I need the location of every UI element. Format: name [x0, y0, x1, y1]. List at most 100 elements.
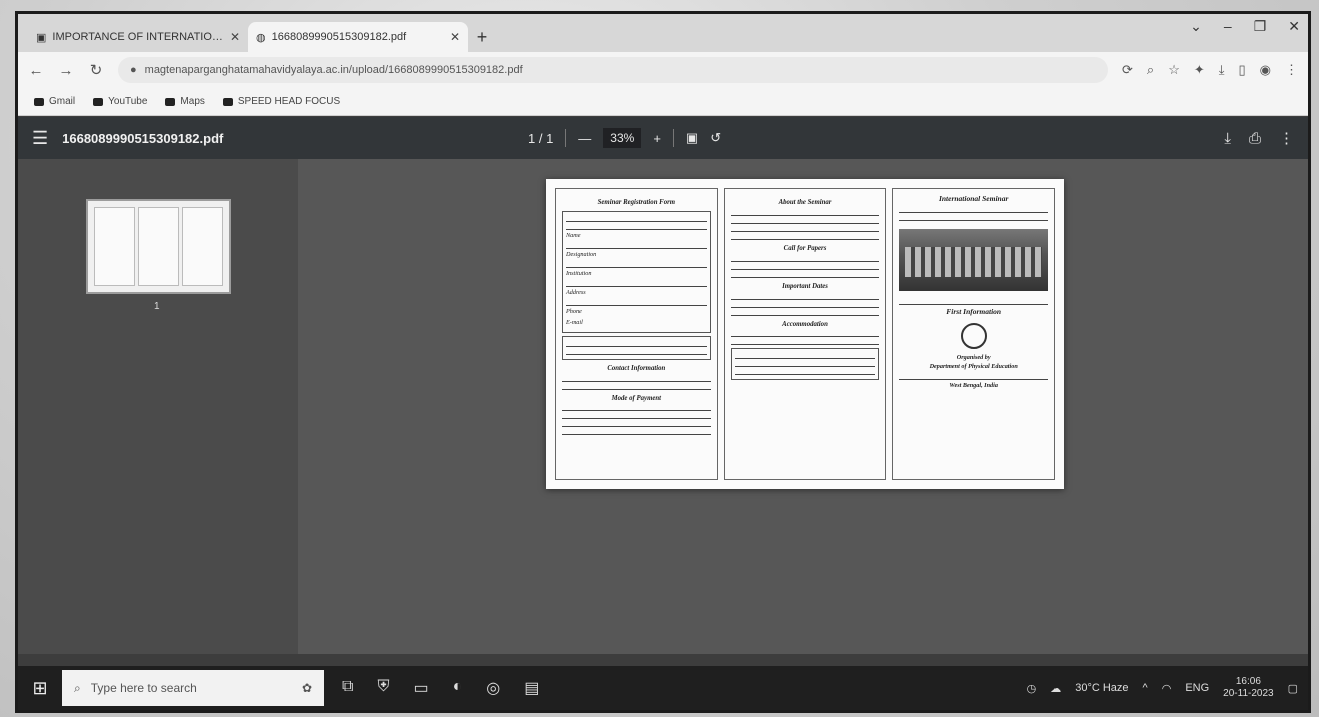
chrome-icon[interactable]: ◎ — [486, 678, 500, 698]
tab-pdf[interactable]: ◍ 1668089990515309182.pdf ✕ — [248, 22, 468, 52]
text-line — [730, 264, 880, 270]
text-line — [730, 302, 880, 308]
share-icon[interactable]: ⟳ — [1122, 62, 1133, 78]
pdf-page: Seminar Registration Form Name Designati… — [546, 179, 1064, 489]
task-view-icon[interactable]: ⧉ — [342, 678, 353, 698]
fit-page-icon[interactable]: ▣ — [686, 130, 698, 146]
panel-heading: Mode of Payment — [611, 394, 662, 402]
page-favicon-icon: ▣ — [36, 31, 47, 44]
system-tray: ◷ ☁ 30°C Haze ^ ◠ ENG 16:06 20-11-2023 ▢ — [1027, 666, 1298, 710]
language-indicator[interactable]: ENG — [1185, 682, 1209, 694]
new-tab-button[interactable]: + — [468, 22, 496, 52]
taskbar-apps: ⧉ ⛨ ▭ ◐ ◎ ▤ — [342, 678, 539, 698]
tab-importance[interactable]: ▣ IMPORTANCE OF INTERNATIONAL ✕ — [28, 22, 248, 52]
text-line — [562, 376, 711, 382]
committee-box — [730, 348, 880, 381]
forward-icon[interactable]: → — [58, 62, 74, 79]
pdf-actions: ⤓ ⎙ ⋮ — [1224, 117, 1294, 159]
brochure-panel-left: Seminar Registration Form Name Designati… — [555, 188, 718, 480]
form-field: Institution — [566, 269, 592, 277]
text-line — [730, 210, 880, 216]
thumbnail-panel — [182, 207, 223, 286]
text-line — [562, 429, 711, 436]
text-line — [730, 272, 880, 278]
thumbnail-sidebar: 1 — [18, 159, 298, 654]
extension-icon[interactable]: ✦ — [1194, 62, 1205, 78]
form-field: Designation — [566, 250, 597, 258]
pdf-toolbar: ☰ 1668089990515309182.pdf 1 / 1 — 33% + … — [18, 117, 1308, 159]
extension-icons: ⟳ ⌕ ☆ ✦ ⤓ ▯ ◉ ⋮ — [1122, 62, 1298, 78]
tab-title: 1668089990515309182.pdf — [271, 31, 407, 43]
edge-browser-icon[interactable]: ◐ — [453, 678, 463, 698]
thumbnail-panel — [94, 207, 135, 286]
text-line — [562, 421, 711, 428]
minimize-icon[interactable]: – — [1224, 18, 1232, 35]
text-line — [734, 361, 876, 368]
taskbar-search[interactable]: ⌕ Type here to search ✿ — [62, 670, 324, 706]
clock[interactable]: 16:06 20-11-2023 — [1223, 676, 1273, 701]
shield-icon[interactable]: ⛨ — [377, 678, 389, 698]
page-indicator[interactable]: 1 / 1 — [528, 131, 553, 146]
youtube-icon — [222, 97, 233, 106]
search-placeholder: Type here to search — [90, 681, 197, 695]
weather-text[interactable]: 30°C Haze — [1075, 682, 1128, 694]
text-line — [730, 226, 880, 232]
seminar-title: International Seminar — [938, 194, 1009, 203]
download-icon[interactable]: ⤓ — [1219, 62, 1225, 78]
text-line — [899, 299, 1049, 305]
notification-icon[interactable]: ▢ — [1288, 682, 1298, 695]
start-button-icon[interactable]: ⊞ — [18, 678, 62, 699]
url-field[interactable]: ● magtenaparganghatamahavidyalaya.ac.in/… — [118, 57, 1108, 83]
panel-heading: Seminar Registration Form — [597, 199, 676, 206]
text-line — [562, 384, 711, 390]
hamburger-menu-icon[interactable]: ☰ — [32, 128, 48, 149]
text-line — [899, 207, 1049, 213]
document-canvas[interactable]: Seminar Registration Form Name Designati… — [298, 159, 1308, 654]
zoom-icon[interactable]: ⌕ — [1147, 62, 1154, 78]
text-line — [730, 256, 880, 262]
thumbnail-panel — [138, 207, 179, 286]
organised-by: Organised by — [956, 353, 991, 361]
bookmark-maps[interactable]: Maps — [165, 96, 205, 107]
bookmark-gmail[interactable]: Gmail — [34, 96, 75, 107]
form-line — [566, 216, 707, 222]
download-icon[interactable]: ⤓ — [1224, 130, 1231, 147]
cortana-icon[interactable]: ◷ — [1027, 682, 1037, 695]
bookmark-label: YouTube — [108, 96, 148, 107]
zoom-level[interactable]: 33% — [603, 128, 642, 148]
bookmark-youtube[interactable]: YouTube — [93, 96, 147, 107]
reload-icon[interactable]: ↻ — [88, 61, 104, 79]
site-info-icon[interactable]: ● — [130, 64, 137, 76]
chevron-up-icon[interactable]: ^ — [1143, 682, 1148, 694]
profile-avatar-icon[interactable]: ◉ — [1260, 62, 1271, 78]
back-icon[interactable]: ← — [28, 62, 44, 79]
maximize-icon[interactable]: ❐ — [1254, 18, 1267, 35]
sidepanel-icon[interactable]: ▯ — [1239, 62, 1246, 78]
maps-icon — [165, 97, 176, 106]
monitor-screen: ▣ IMPORTANCE OF INTERNATIONAL ✕ ◍ 166808… — [18, 14, 1308, 710]
chevron-down-icon[interactable]: ⌄ — [1190, 18, 1202, 35]
close-window-icon[interactable]: ✕ — [1288, 18, 1300, 35]
close-tab-icon[interactable]: ✕ — [230, 30, 240, 44]
wifi-icon[interactable]: ◠ — [1162, 682, 1172, 695]
bookmark-star-icon[interactable]: ☆ — [1168, 62, 1180, 78]
pdf-controls: 1 / 1 — 33% + ▣ ↺ — [528, 117, 721, 159]
more-menu-icon[interactable]: ⋮ — [1285, 62, 1298, 78]
store-icon[interactable]: ▤ — [524, 678, 539, 698]
search-highlight-icon: ✿ — [301, 681, 312, 695]
panel-heading: About the Seminar — [778, 199, 832, 206]
close-tab-icon[interactable]: ✕ — [450, 30, 460, 44]
tab-title: IMPORTANCE OF INTERNATIONAL — [52, 31, 224, 43]
page-thumbnail[interactable] — [86, 199, 231, 294]
clock-time: 16:06 — [1235, 675, 1261, 687]
zoom-out-icon[interactable]: — — [578, 131, 591, 146]
file-explorer-icon[interactable]: ▭ — [413, 678, 428, 698]
form-line — [566, 243, 707, 249]
more-menu-icon[interactable]: ⋮ — [1279, 129, 1294, 147]
bookmark-speed-head[interactable]: SPEED HEAD FOCUS — [222, 96, 340, 107]
print-icon[interactable]: ⎙ — [1249, 130, 1261, 147]
rotate-icon[interactable]: ↺ — [710, 130, 721, 146]
department-name: Department of Physical Education — [929, 362, 1018, 370]
zoom-in-icon[interactable]: + — [653, 131, 661, 146]
form-line — [566, 281, 707, 287]
